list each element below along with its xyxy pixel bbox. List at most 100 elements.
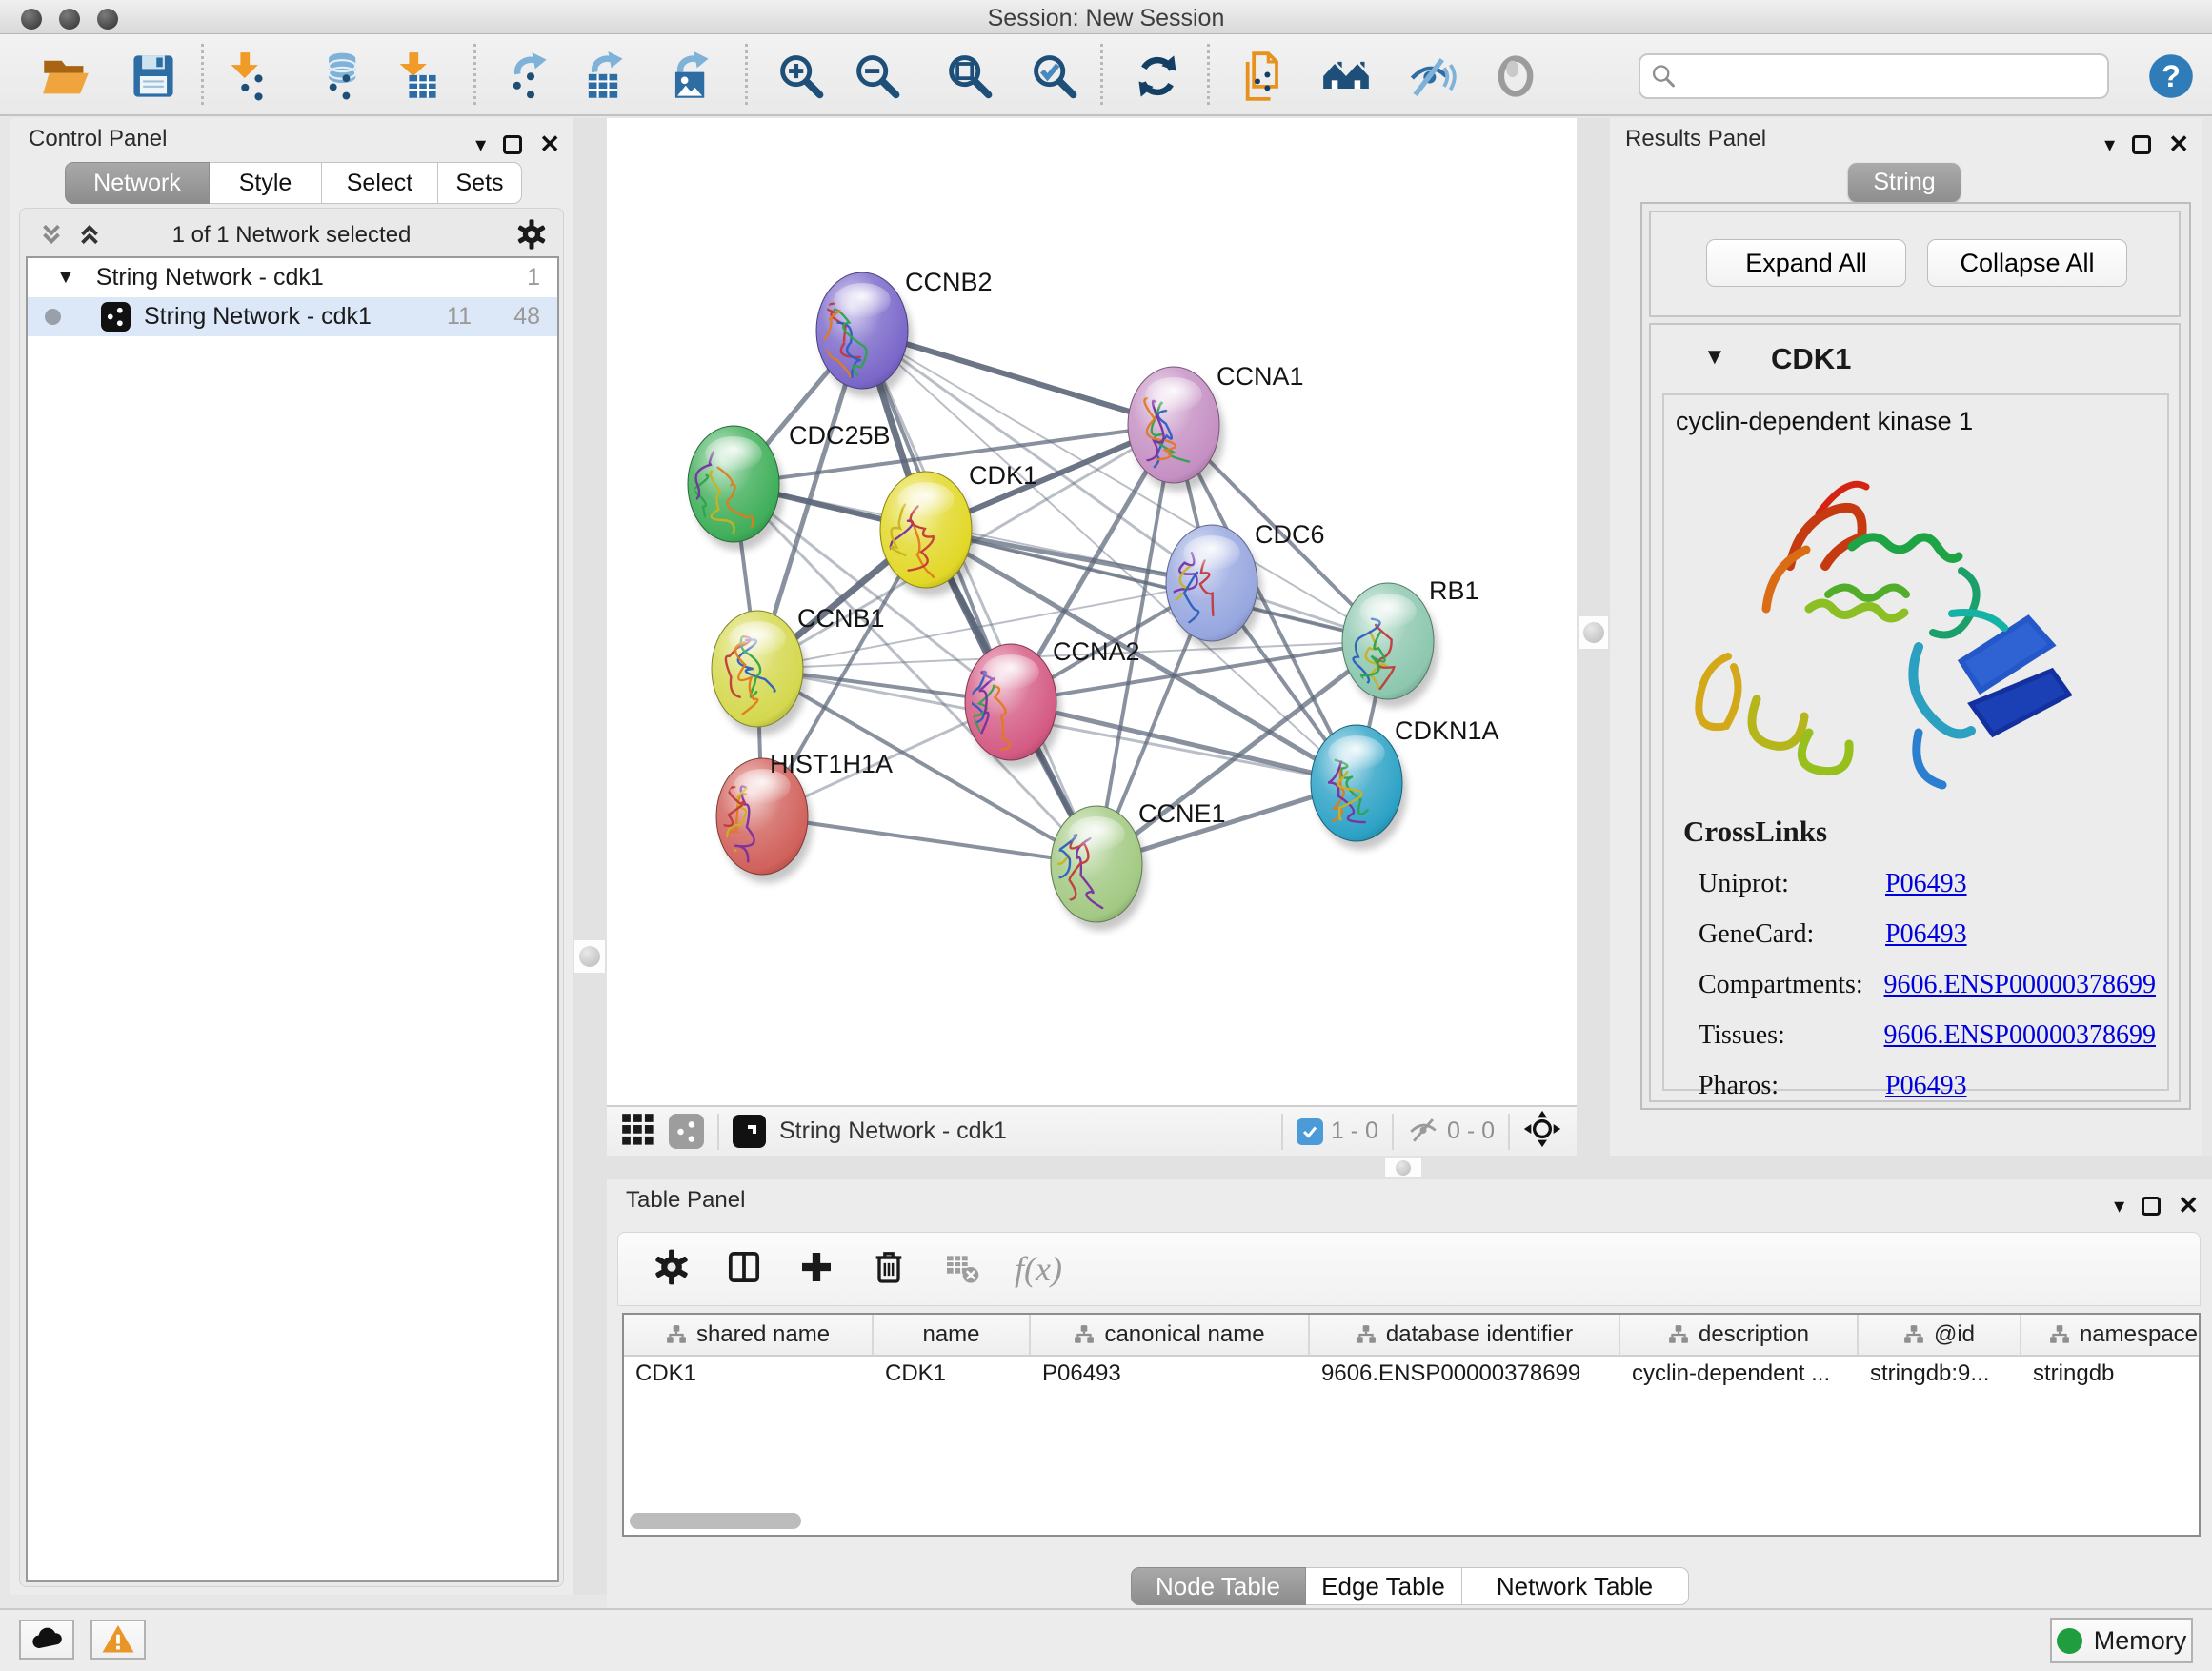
memory-button[interactable]: Memory [2050, 1618, 2193, 1663]
table-settings-gear-icon[interactable] [653, 1248, 691, 1291]
crosslink-value-link[interactable]: P06493 [1885, 869, 1967, 899]
table-horizontal-scrollbar[interactable] [630, 1513, 801, 1529]
zoom-fit-icon[interactable] [943, 50, 995, 102]
svg-text:?: ? [2162, 59, 2181, 93]
export-table-icon[interactable] [577, 50, 629, 102]
column-header--id[interactable]: @id [1859, 1315, 2021, 1355]
tab-string[interactable]: String [1848, 163, 1961, 202]
hidden-eye-icon[interactable] [1407, 1113, 1439, 1150]
horizontal-splitter[interactable] [607, 1156, 2212, 1179]
panel-float-icon[interactable] [503, 135, 522, 154]
help-icon[interactable]: ? [2145, 50, 2197, 102]
network-row[interactable]: String Network - cdk1 11 48 [28, 297, 557, 336]
network-node-CCNB2[interactable] [816, 272, 913, 397]
table-cell[interactable]: CDK1 [874, 1357, 1031, 1391]
function-builder-icon[interactable]: f(x) [1015, 1249, 1062, 1289]
column-header-shared-name[interactable]: shared name [624, 1315, 874, 1355]
zoom-in-icon[interactable] [774, 50, 826, 102]
crosslink-value-link[interactable]: 9606.ENSP00000378699 [1884, 970, 2156, 1000]
protein-collapse-icon[interactable]: ▼ [1703, 344, 1726, 371]
network-node-RB1[interactable] [1342, 583, 1438, 708]
right-splitter[interactable] [1577, 118, 1610, 1156]
export-image-icon[interactable] [663, 50, 714, 102]
collection-expand-icon[interactable]: ▼ [56, 267, 75, 289]
network-edge-CCNB2-CCNE1[interactable] [862, 331, 1096, 864]
network-options-gear-icon[interactable] [515, 218, 548, 255]
panel-menu-icon[interactable]: ▾ [2104, 132, 2115, 157]
column-header-canonical-name[interactable]: canonical name [1031, 1315, 1310, 1355]
network-node-CDC25B[interactable] [673, 426, 784, 551]
hide-selected-eye-icon[interactable] [1406, 50, 1458, 102]
network-node-CCNA1[interactable] [1128, 367, 1224, 492]
tab-network[interactable]: Network [65, 162, 210, 204]
panel-close-icon[interactable]: ✕ [2168, 130, 2189, 159]
open-session-icon[interactable] [40, 50, 91, 102]
tab-edge-table[interactable]: Edge Table [1306, 1567, 1462, 1605]
column-header-database-identifier[interactable]: database identifier [1310, 1315, 1620, 1355]
grid-view-icon[interactable] [619, 1111, 655, 1152]
node-label-CDC6: CDC6 [1255, 520, 1325, 549]
warnings-button[interactable] [90, 1620, 146, 1660]
new-network-from-selection-icon[interactable] [1238, 50, 1290, 102]
selected-checkbox-icon[interactable] [1297, 1118, 1323, 1145]
export-network-icon[interactable] [500, 50, 552, 102]
delete-table-icon[interactable] [942, 1248, 980, 1291]
table-cell[interactable]: 9606.ENSP00000378699 [1310, 1357, 1620, 1391]
protein-header-row[interactable]: ▼ CDK1 [1651, 325, 2179, 393]
crosslink-value-link[interactable]: P06493 [1885, 1071, 1967, 1101]
network-collection-row[interactable]: ▼ String Network - cdk1 1 [28, 258, 557, 297]
birdseye-view-icon[interactable] [733, 1115, 766, 1148]
column-header-description[interactable]: description [1620, 1315, 1859, 1355]
import-network-database-icon[interactable] [314, 50, 366, 102]
panel-close-icon[interactable]: ✕ [539, 130, 560, 159]
tab-select[interactable]: Select [322, 162, 438, 204]
tab-style[interactable]: Style [210, 162, 322, 204]
zoom-out-icon[interactable] [851, 50, 902, 102]
panel-close-icon[interactable]: ✕ [2178, 1191, 2199, 1220]
tab-sets[interactable]: Sets [438, 162, 522, 204]
panel-menu-icon[interactable]: ▾ [475, 132, 486, 157]
table-cell[interactable]: stringdb [2021, 1357, 2201, 1391]
delete-column-icon[interactable] [870, 1248, 908, 1291]
add-column-icon[interactable] [797, 1248, 835, 1291]
network-node-CDC6[interactable] [1151, 525, 1262, 650]
show-eye-icon[interactable] [1490, 50, 1541, 102]
table-cell[interactable]: cyclin-dependent ... [1620, 1357, 1859, 1391]
crosslink-value-link[interactable]: 9606.ENSP00000378699 [1884, 1020, 2156, 1051]
network-node-CDKN1A[interactable] [1311, 725, 1407, 850]
zoom-selected-icon[interactable] [1028, 50, 1079, 102]
network-node-CCNB1[interactable] [712, 611, 808, 735]
table-cell[interactable]: P06493 [1031, 1357, 1310, 1391]
select-columns-icon[interactable] [725, 1248, 763, 1291]
node-label-HIST1H1A: HIST1H1A [770, 750, 893, 778]
table-cell[interactable]: CDK1 [624, 1357, 874, 1391]
column-header-name[interactable]: name [874, 1315, 1031, 1355]
cloud-button[interactable] [19, 1620, 74, 1660]
tab-network-table[interactable]: Network Table [1462, 1567, 1689, 1605]
panel-float-icon[interactable] [2142, 1197, 2161, 1216]
panel-float-icon[interactable] [2132, 135, 2151, 154]
search-input[interactable] [1677, 63, 2086, 90]
network-edges[interactable] [734, 331, 1388, 864]
import-network-file-icon[interactable] [222, 50, 273, 102]
expand-all-button[interactable]: Expand All [1706, 239, 1906, 287]
network-node-CDK1[interactable] [879, 472, 976, 599]
memory-status-icon [2057, 1628, 2082, 1654]
import-table-file-icon[interactable] [391, 50, 442, 102]
column-header-namespace[interactable]: namespace [2021, 1315, 2201, 1355]
network-node-CCNA2[interactable] [956, 644, 1061, 769]
table-row[interactable]: CDK1CDK1P064939606.ENSP00000378699cyclin… [624, 1357, 2199, 1391]
crosslink-value-link[interactable]: P06493 [1885, 919, 1967, 950]
table-cell[interactable]: stringdb:9... [1859, 1357, 2021, 1391]
network-view-icon[interactable] [669, 1114, 704, 1149]
fit-selected-crosshair-icon[interactable] [1523, 1110, 1561, 1153]
tab-node-table[interactable]: Node Table [1131, 1567, 1306, 1605]
refresh-icon[interactable] [1132, 50, 1183, 102]
left-splitter[interactable] [573, 118, 607, 1595]
save-session-icon[interactable] [128, 50, 179, 102]
houses-icon[interactable] [1320, 50, 1372, 102]
network-canvas[interactable]: CCNB2CCNA1CDC25BCDK1CDC6RB1CCNB1CCNA2CDK… [607, 118, 1577, 1105]
panel-menu-icon[interactable]: ▾ [2114, 1194, 2124, 1218]
toolbar-separator [1207, 44, 1210, 105]
collapse-all-button[interactable]: Collapse All [1927, 239, 2127, 287]
